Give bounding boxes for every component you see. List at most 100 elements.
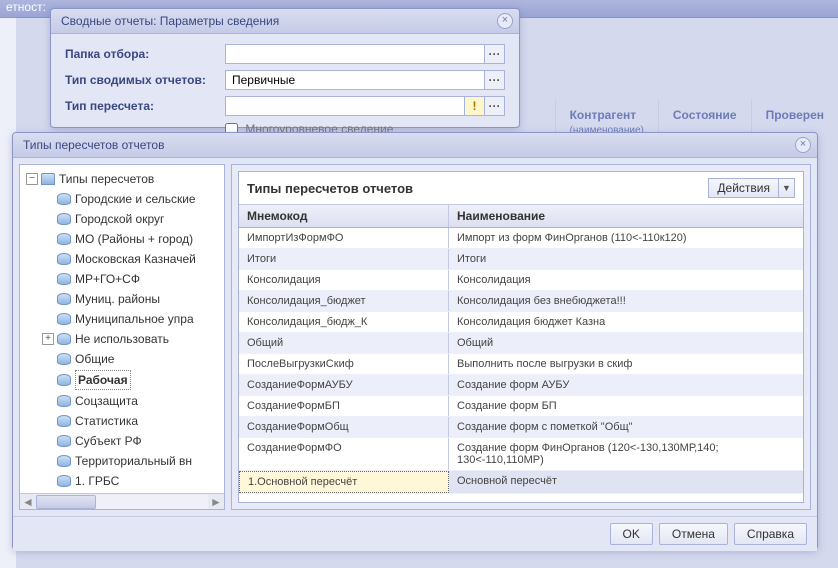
tree-item[interactable]: Территориальный вн [24, 451, 224, 471]
table-row[interactable]: СозданиеФормБПСоздание форм БП [239, 396, 803, 417]
folder-icon [57, 395, 71, 407]
field-type[interactable]: ··· [225, 70, 505, 90]
close-icon[interactable]: × [795, 137, 811, 153]
help-button[interactable]: Справка [734, 523, 807, 545]
folder-icon [57, 475, 71, 487]
folder-icon [57, 374, 71, 386]
cell-name: Импорт из форм ФинОрганов (110<-110к120) [449, 228, 803, 248]
cell-mnemo: СозданиеФормОбщ [239, 417, 449, 437]
folder-icon [57, 435, 71, 447]
table-row[interactable]: СозданиеФормАУБУСоздание форм АУБУ [239, 375, 803, 396]
cell-mnemo: 1.Основной пересчёт [239, 471, 449, 493]
table-row[interactable]: ПослеВыгрузкиСкифВыполнить после выгрузк… [239, 354, 803, 375]
cell-mnemo: СозданиеФормАУБУ [239, 375, 449, 395]
tree-item[interactable]: Общие [24, 349, 224, 369]
cell-mnemo: ИмпортИзФормФО [239, 228, 449, 248]
table-row[interactable]: 1.Основной пересчётОсновной пересчёт [239, 471, 803, 494]
tree-pane[interactable]: − Типы пересчетовГородские и сельскиеГоро… [19, 164, 225, 510]
tree-item[interactable]: +Не использовать [24, 329, 224, 349]
dlg2-title-bar[interactable]: Типы пересчетов отчетов × [13, 133, 817, 158]
col-mnemo[interactable]: Мнемокод [239, 205, 449, 227]
table-row[interactable]: ИтогиИтоги [239, 249, 803, 270]
h-scrollbar[interactable]: ◄ ► [20, 493, 224, 509]
cell-name: Консолидация бюджет Казна [449, 312, 803, 332]
dlg2-title: Типы пересчетов отчетов [23, 138, 164, 152]
cell-mnemo: Итоги [239, 249, 449, 269]
cell-name: Общий [449, 333, 803, 353]
tree-item[interactable]: Рабочая [24, 369, 224, 391]
scroll-left-icon[interactable]: ◄ [20, 495, 36, 509]
folder-icon [57, 353, 71, 365]
field-recalc[interactable]: ! ··· [225, 96, 505, 116]
tree-item[interactable]: МО (Районы + город) [24, 229, 224, 249]
ellipsis-icon[interactable]: ··· [484, 97, 504, 115]
folder-icon [57, 313, 71, 325]
tree-item[interactable]: Муниц. районы [24, 289, 224, 309]
dialog-recalc-types: Типы пересчетов отчетов × − Типы пересчет… [12, 132, 818, 550]
tree-item[interactable]: Статистика [24, 411, 224, 431]
chevron-down-icon[interactable]: ▼ [778, 179, 794, 197]
dialog-footer: OK Отмена Справка [13, 516, 817, 551]
cell-mnemo: ПослеВыгрузкиСкиф [239, 354, 449, 374]
table-row[interactable]: СозданиеФормФОСоздание форм ФинОрганов (… [239, 438, 803, 471]
cell-mnemo: Консолидация_бюдж_К [239, 312, 449, 332]
label-type: Тип сводимых отчетов: [65, 73, 225, 87]
tree-item[interactable]: Субъект РФ [24, 431, 224, 451]
tree-item[interactable]: Городские и сельские [24, 189, 224, 209]
tree-item[interactable]: Городской округ [24, 209, 224, 229]
ellipsis-icon[interactable]: ··· [484, 45, 504, 63]
folder-icon [57, 455, 71, 467]
table-row[interactable]: Консолидация_бюджетКонсолидация без внеб… [239, 291, 803, 312]
scroll-thumb[interactable] [36, 495, 96, 509]
label-folder: Папка отбора: [65, 47, 225, 61]
folder-icon [57, 293, 71, 305]
grid-header: Мнемокод Наименование [239, 204, 803, 228]
cell-name: Выполнить после выгрузки в скиф [449, 354, 803, 374]
folder-icon [57, 253, 71, 265]
cell-mnemo: Консолидация_бюджет [239, 291, 449, 311]
dialog-summary-params: Сводные отчеты: Параметры сведения × Пап… [50, 8, 520, 128]
cell-name: Создание форм с пометкой "Общ" [449, 417, 803, 437]
folder-icon [57, 233, 71, 245]
dlg1-title-bar[interactable]: Сводные отчеты: Параметры сведения × [51, 9, 519, 34]
cell-mnemo: СозданиеФормФО [239, 438, 449, 470]
table-row[interactable]: КонсолидацияКонсолидация [239, 270, 803, 291]
actions-button[interactable]: Действия ▼ [708, 178, 795, 198]
ellipsis-icon[interactable]: ··· [484, 71, 504, 89]
tree-item[interactable]: 1. ГРБС [24, 471, 224, 491]
table-row[interactable]: ОбщийОбщий [239, 333, 803, 354]
scroll-right-icon[interactable]: ► [208, 495, 224, 509]
folder-icon [57, 213, 71, 225]
collapse-icon[interactable]: − [26, 173, 38, 185]
tree-item[interactable]: Соцзащита [24, 391, 224, 411]
tree-item[interactable]: МР+ГО+СФ [24, 269, 224, 289]
folder-icon [57, 273, 71, 285]
folder-icon [57, 193, 71, 205]
cell-name: Консолидация [449, 270, 803, 290]
bg-title-frag: етност: [0, 0, 46, 14]
input-recalc[interactable] [226, 97, 464, 115]
cell-name: Основной пересчёт [449, 471, 803, 493]
pane-title: Типы пересчетов отчетов [247, 181, 413, 196]
tree-root[interactable]: Типы пересчетов [59, 170, 154, 188]
warning-icon: ! [464, 97, 484, 115]
ok-button[interactable]: OK [610, 523, 653, 545]
tree-item[interactable]: Муниципальное упра [24, 309, 224, 329]
table-row[interactable]: ИмпортИзФормФОИмпорт из форм ФинОрганов … [239, 228, 803, 249]
table-row[interactable]: СозданиеФормОбщСоздание форм с пометкой … [239, 417, 803, 438]
folder-icon [41, 173, 55, 185]
cell-name: Консолидация без внебюджета!!! [449, 291, 803, 311]
close-icon[interactable]: × [497, 13, 513, 29]
label-recalc: Тип пересчета: [65, 99, 225, 113]
folder-icon [57, 415, 71, 427]
bg-col-0: Контрагент [570, 108, 637, 122]
field-folder[interactable]: ··· [225, 44, 505, 64]
tree-item[interactable]: Московская Казначей [24, 249, 224, 269]
cell-name: Создание форм ФинОрганов (120<-130,130МР… [449, 438, 803, 470]
input-folder[interactable] [226, 45, 484, 63]
table-row[interactable]: Консолидация_бюдж_ККонсолидация бюджет К… [239, 312, 803, 333]
expand-icon[interactable]: + [42, 333, 54, 345]
cancel-button[interactable]: Отмена [659, 523, 728, 545]
input-type[interactable] [226, 71, 484, 89]
col-name[interactable]: Наименование [449, 205, 803, 227]
